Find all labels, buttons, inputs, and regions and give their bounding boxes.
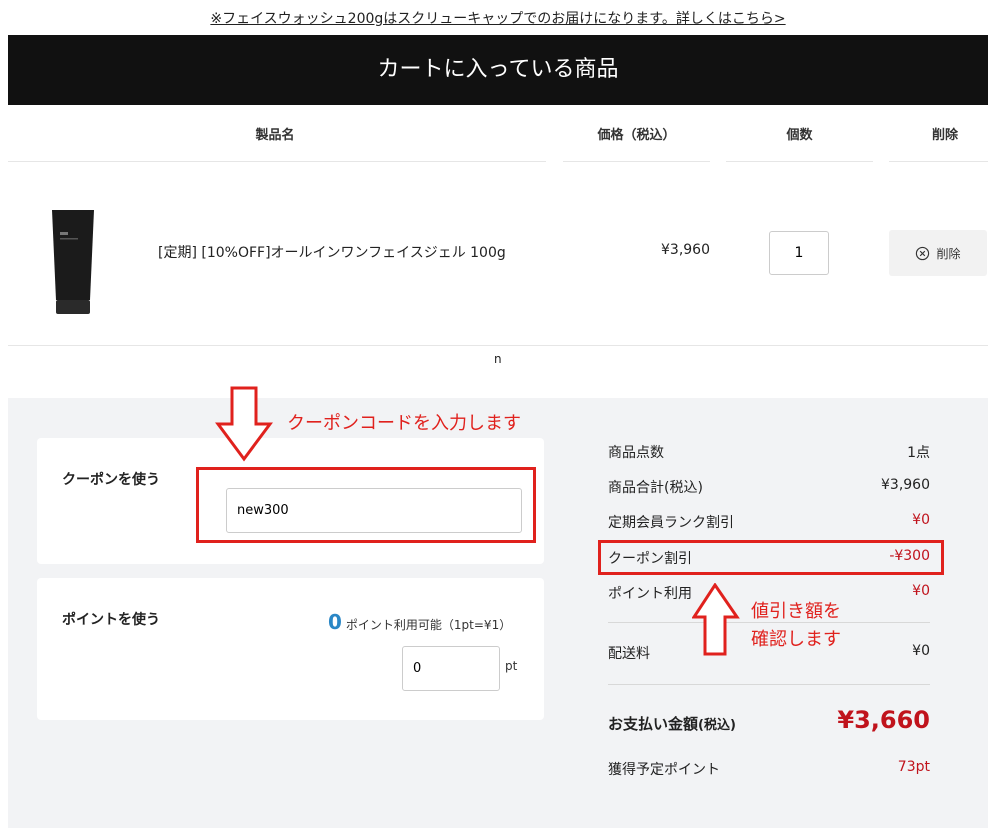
product-name-link[interactable]: [定期] [10%OFF]オールインワンフェイスジェル 100g — [158, 242, 506, 262]
points-available-count: 0 — [328, 610, 342, 634]
earn-points-value: 73pt — [897, 759, 930, 775]
summary-value-point-use: ¥0 — [912, 583, 930, 599]
discount-annotation-line2: 確認します — [751, 629, 841, 650]
summary-value-subtotal: ¥3,960 — [881, 477, 930, 493]
points-available-label: ポイント利用可能（1pt=¥1） — [345, 618, 512, 632]
page-title: カートに入っている商品 — [377, 57, 619, 82]
total-tax-note: (税込) — [698, 718, 736, 733]
points-available: 0 ポイント利用可能（1pt=¥1） — [328, 610, 511, 634]
total-label: お支払い金額(税込) — [608, 713, 736, 734]
divider — [726, 161, 873, 162]
summary-label-rank-discount: 定期会員ランク割引 — [608, 515, 734, 531]
product-image[interactable] — [48, 208, 98, 316]
divider — [563, 161, 710, 162]
summary-label-subtotal: 商品合計(税込) — [608, 480, 703, 496]
total-label-text: お支払い金額 — [608, 715, 699, 733]
delete-label: 削除 — [936, 246, 961, 261]
summary-value-shipping: ¥0 — [912, 643, 930, 659]
summary-label-count: 商品点数 — [608, 445, 664, 461]
discount-annotation-line1: 値引き額を — [751, 601, 841, 622]
divider — [8, 345, 988, 346]
summary-value-count: 1点 — [907, 445, 930, 461]
coupon-title: クーポンを使う — [62, 472, 160, 488]
stray-text: n — [494, 352, 502, 366]
arrow-up-icon — [692, 583, 740, 656]
coupon-highlight-box — [196, 467, 536, 543]
summary-value-rank-discount: ¥0 — [912, 512, 930, 528]
delete-button[interactable]: 削除 — [889, 230, 987, 276]
summary-label-point-use: ポイント利用 — [608, 586, 692, 602]
cart-header: カートに入っている商品 — [8, 35, 988, 105]
coupon-annotation: クーポンコードを入力します — [287, 413, 521, 434]
shipping-notice-link[interactable]: ※フェイスウォッシュ200gはスクリューキャップでのお届けになります。詳しくはこ… — [0, 8, 996, 28]
coupon-discount-highlight-box — [598, 540, 944, 575]
product-price: ¥3,960 — [661, 242, 710, 258]
arrow-down-icon — [215, 386, 273, 462]
divider — [8, 161, 546, 162]
column-header-product: 製品名 — [255, 128, 295, 143]
discount-annotation: 値引き額を 確認します — [751, 598, 841, 654]
summary-label-shipping: 配送料 — [608, 646, 650, 662]
column-header-quantity: 個数 — [786, 128, 813, 143]
column-header-delete: 削除 — [931, 128, 958, 143]
points-unit: pt — [505, 659, 518, 673]
close-circle-icon — [916, 246, 930, 260]
points-input[interactable] — [402, 646, 500, 691]
total-value: ¥3,660 — [837, 706, 930, 734]
quantity-input[interactable] — [769, 231, 829, 275]
divider — [889, 161, 988, 162]
divider — [608, 684, 930, 685]
earn-points-label: 獲得予定ポイント — [608, 762, 720, 778]
points-title: ポイントを使う — [62, 612, 160, 628]
column-header-price: 価格（税込） — [597, 128, 676, 143]
